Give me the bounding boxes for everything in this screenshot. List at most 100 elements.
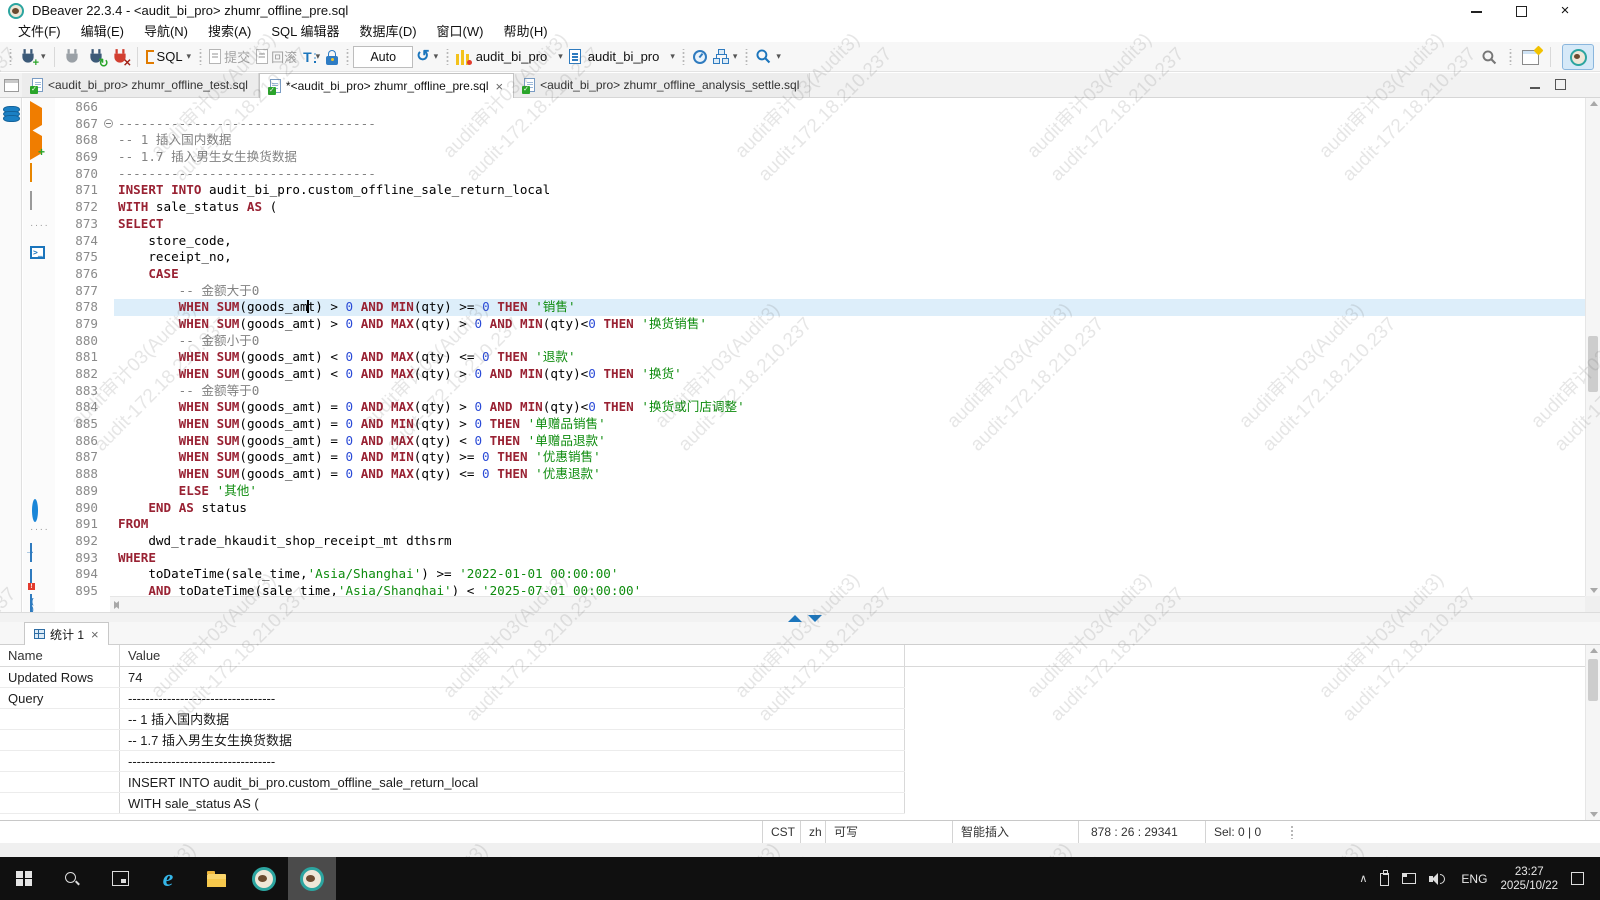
editor-tab-1[interactable]: *<audit_bi_pro> zhumr_offline_pre.sql× xyxy=(259,73,514,98)
input-language[interactable]: ENG xyxy=(1461,872,1487,886)
scroll-up-arrow[interactable] xyxy=(1590,101,1598,106)
editor-horizontal-scrollbar[interactable] xyxy=(110,596,1585,612)
menu-item-7[interactable]: 帮助(H) xyxy=(493,22,557,42)
code-line-891[interactable]: FROM xyxy=(114,516,1585,533)
code-line-884[interactable]: WHEN SUM(goods_amt) = 0 AND MAX(qty) > 0… xyxy=(114,399,1585,416)
code-line-873[interactable]: SELECT xyxy=(114,216,1585,233)
table-row-6[interactable]: WITH sale_status AS ( xyxy=(0,793,905,814)
code-line-877[interactable]: -- 金额大于0 xyxy=(114,283,1585,300)
caret-position-status[interactable]: 878 : 26 : 29341 xyxy=(1078,821,1205,843)
code-line-887[interactable]: WHEN SUM(goods_amt) = 0 AND MIN(qty) >= … xyxy=(114,449,1585,466)
internet-explorer-button[interactable]: e xyxy=(144,857,192,900)
menu-item-4[interactable]: SQL 编辑器 xyxy=(261,22,349,42)
code-line-876[interactable]: CASE xyxy=(114,266,1585,283)
table-row-0[interactable]: Updated Rows74 xyxy=(0,667,905,688)
dashboard-button[interactable] xyxy=(690,48,710,66)
menu-item-5[interactable]: 数据库(D) xyxy=(350,22,427,42)
code-line-871[interactable]: INSERT INTO audit_bi_pro.custom_offline_… xyxy=(114,182,1585,199)
network-icon[interactable] xyxy=(1402,873,1416,884)
code-line-893[interactable]: WHERE xyxy=(114,550,1585,567)
editor-tab-0[interactable]: <audit_bi_pro> zhumr_offline_test.sql xyxy=(22,73,259,97)
panel-splitter[interactable] xyxy=(0,612,1600,622)
code-line-867[interactable]: ---------------------------------- xyxy=(114,116,1585,133)
code-line-886[interactable]: WHEN SUM(goods_amt) = 0 AND MAX(qty) < 0… xyxy=(114,433,1585,450)
menu-item-2[interactable]: 导航(N) xyxy=(134,22,198,42)
sql-editor-button[interactable]: SQL ▾ xyxy=(143,47,195,66)
transaction-lock-button[interactable] xyxy=(323,47,341,67)
table-row-2[interactable]: -- 1 插入国内数据 xyxy=(0,709,905,730)
dbeaver-perspective-button[interactable] xyxy=(1562,44,1594,70)
parameters-button[interactable]: ( ) xyxy=(30,595,32,613)
code-line-879[interactable]: WHEN SUM(goods_amt) > 0 AND MAX(qty) > 0… xyxy=(114,316,1585,333)
menu-item-1[interactable]: 编辑(E) xyxy=(71,22,134,42)
code-line-881[interactable]: WHEN SUM(goods_amt) < 0 AND MAX(qty) <= … xyxy=(114,349,1585,366)
maximize-view-icon[interactable] xyxy=(1555,79,1566,90)
menu-item-6[interactable]: 窗口(W) xyxy=(427,22,494,42)
execute-script-button[interactable] xyxy=(30,164,32,182)
column-header-value[interactable]: Value xyxy=(120,645,905,666)
validate-button[interactable]: ! xyxy=(30,570,32,588)
code-line-894[interactable]: toDateTime(sale_time,'Asia/Shanghai') >=… xyxy=(114,566,1585,583)
rollback-button[interactable]: 回滚 xyxy=(253,45,300,68)
search-button[interactable]: ▾ xyxy=(752,46,784,67)
code-line-866[interactable] xyxy=(114,99,1585,116)
table-row-1[interactable]: Query---------------------------------- xyxy=(0,688,905,709)
code-pane[interactable]: ------------------------------------ 1 插… xyxy=(114,99,1585,600)
dbeaver-taskbar-button-active[interactable] xyxy=(288,857,336,900)
database-navigator-icon[interactable] xyxy=(3,106,18,120)
results-vertical-scrollbar[interactable] xyxy=(1585,645,1600,820)
table-row-3[interactable]: -- 1.7 插入男生女生换货数据 xyxy=(0,730,905,751)
editor-vertical-scrollbar[interactable] xyxy=(1585,98,1600,596)
file-explorer-button[interactable] xyxy=(192,857,240,900)
column-header-name[interactable]: Name xyxy=(0,645,120,666)
maximize-button[interactable] xyxy=(1514,4,1528,18)
minimize-view-icon[interactable] xyxy=(1529,79,1541,91)
usb-icon[interactable] xyxy=(1380,873,1389,886)
open-perspective-icon[interactable] xyxy=(1522,50,1539,65)
code-line-882[interactable]: WHEN SUM(goods_amt) < 0 AND MAX(qty) > 0… xyxy=(114,366,1585,383)
quick-access-search-icon[interactable] xyxy=(1481,49,1498,66)
transaction-mode-button[interactable]: T ▾ xyxy=(300,48,323,66)
close-icon[interactable]: × xyxy=(91,627,99,642)
taskbar-search-button[interactable] xyxy=(48,857,96,900)
code-line-868[interactable]: -- 1 插入国内数据 xyxy=(114,132,1585,149)
disconnect-button[interactable]: ✕ xyxy=(108,46,132,68)
minimize-button[interactable] xyxy=(1470,4,1484,18)
connection-selector[interactable]: audit_bi_pro ▾ xyxy=(453,47,566,67)
execute-new-tab-button[interactable]: + xyxy=(30,136,42,154)
splitter-down-arrow[interactable] xyxy=(808,615,822,622)
editor-settings-button[interactable] xyxy=(32,502,38,520)
fold-collapse-icon[interactable] xyxy=(104,119,113,128)
scroll-down-arrow[interactable] xyxy=(1590,588,1598,593)
scroll-down-arrow[interactable] xyxy=(1590,812,1598,817)
splitter-up-arrow[interactable] xyxy=(788,615,802,622)
scroll-right-arrow[interactable] xyxy=(114,601,119,609)
new-connection-button[interactable]: + ▾ xyxy=(16,46,49,68)
scroll-up-arrow[interactable] xyxy=(1590,648,1598,653)
code-line-875[interactable]: receipt_no, xyxy=(114,249,1585,266)
taskbar-clock[interactable]: 23:27 2025/10/22 xyxy=(1500,865,1558,893)
connect-button[interactable] xyxy=(60,46,84,68)
statistics-tab[interactable]: 统计 1 × xyxy=(24,622,109,645)
code-line-869[interactable]: -- 1.7 插入男生女生换货数据 xyxy=(114,149,1585,166)
menu-item-3[interactable]: 搜索(A) xyxy=(198,22,261,42)
code-line-892[interactable]: dwd_trade_hkaudit_shop_receipt_mt dthsrm xyxy=(114,533,1585,550)
restore-view-icon[interactable] xyxy=(4,79,19,92)
close-icon[interactable]: × xyxy=(496,79,504,94)
code-line-885[interactable]: WHEN SUM(goods_amt) = 0 AND MIN(qty) > 0… xyxy=(114,416,1585,433)
execute-statement-button[interactable] xyxy=(30,108,42,126)
speaker-icon[interactable] xyxy=(1429,871,1448,886)
editor-tab-2[interactable]: <audit_bi_pro> zhumr_offline_analysis_se… xyxy=(514,73,810,97)
code-line-878[interactable]: WHEN SUM(goods_amt) > 0 AND MIN(qty) >= … xyxy=(114,299,1585,316)
code-line-883[interactable]: -- 金额等于0 xyxy=(114,383,1585,400)
schema-selector[interactable]: audit_bi_pro ▾ xyxy=(566,47,678,66)
transaction-log-button[interactable]: ↺ ▾ xyxy=(413,47,441,67)
code-line-880[interactable]: -- 金额小于0 xyxy=(114,333,1585,350)
close-button[interactable]: × xyxy=(1558,4,1572,18)
output-console-button[interactable]: >_ xyxy=(30,242,45,260)
export-result-button[interactable]: → xyxy=(30,544,32,562)
dbeaver-taskbar-button[interactable] xyxy=(240,857,288,900)
code-line-870[interactable]: ---------------------------------- xyxy=(114,166,1585,183)
menu-item-0[interactable]: 文件(F) xyxy=(8,22,71,42)
explain-plan-button[interactable] xyxy=(30,192,32,210)
